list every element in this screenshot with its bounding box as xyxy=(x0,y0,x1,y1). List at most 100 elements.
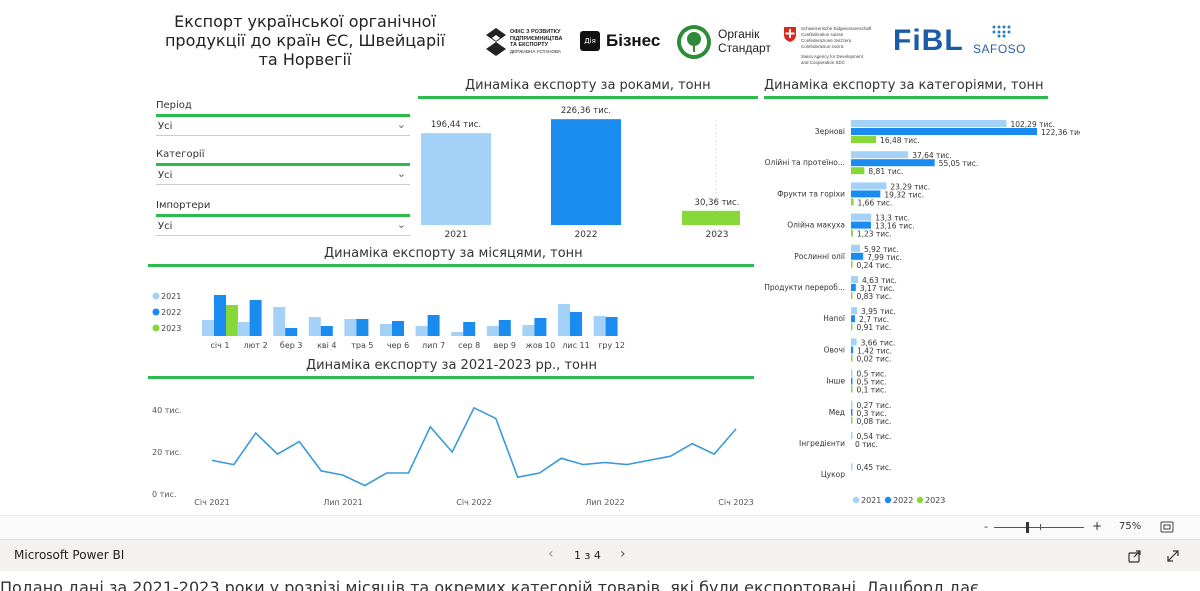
month-bar xyxy=(427,315,440,336)
category-bar xyxy=(851,307,858,315)
month-axis-label: сер 8 xyxy=(458,341,480,350)
category-bar xyxy=(851,432,853,439)
year-chart-accent-line xyxy=(418,96,758,99)
power-bi-report: Експорт української органічної продукції… xyxy=(0,0,1200,591)
category-bar xyxy=(851,128,1037,135)
month-bar xyxy=(534,318,547,336)
office-logo: ОФІС З РОЗВИТКУ ПІДПРИЄМНИЦТВА ТА ЕКСПОР… xyxy=(486,26,576,60)
category-bar-label: 0,91 тис. xyxy=(857,323,892,332)
month-bar xyxy=(558,304,570,336)
report-title: Експорт української органічної продукції… xyxy=(164,12,446,69)
month-bar xyxy=(202,320,214,336)
zoom-percent: 75% xyxy=(1119,521,1142,532)
period-dropdown[interactable]: Усі ⌄ xyxy=(156,117,410,136)
category-bar xyxy=(851,120,1007,127)
legend-dot xyxy=(852,496,860,504)
month-chart-accent-line xyxy=(148,264,754,267)
x-tick-label: Січ 2022 xyxy=(456,498,491,507)
category-label: Рослинні олії xyxy=(794,252,846,261)
year-chart-title: Динаміка експорту за роками, тонн xyxy=(465,78,711,93)
y-tick-label: 40 тис. xyxy=(152,406,182,415)
zoom-slider-track[interactable] xyxy=(994,527,1084,528)
category-bar xyxy=(851,354,853,362)
category-bar-label: 0,24 тис. xyxy=(857,261,892,270)
fibl-logo: FiBL xyxy=(893,24,964,57)
month-bar xyxy=(273,307,286,336)
year-bar xyxy=(421,133,491,225)
category-bar xyxy=(851,182,887,190)
month-bar xyxy=(522,325,535,336)
month-bar xyxy=(380,324,392,336)
legend-dot xyxy=(916,496,924,504)
category-bar-label: 122,36 тис. xyxy=(1041,128,1080,137)
category-bar xyxy=(851,400,853,408)
category-bar-chart[interactable]: Зернові102,29 тис.122,36 тис.16,48 тис.О… xyxy=(760,100,1080,512)
period-chart-title: Динаміка експорту за 2021-2023 рр., тонн xyxy=(306,358,597,373)
category-bar-label: 0 тис. xyxy=(855,440,878,449)
category-bar xyxy=(851,323,853,331)
legend-dot xyxy=(152,308,160,316)
month-bar xyxy=(605,317,618,336)
chevron-down-icon: ⌄ xyxy=(396,218,406,231)
diia-logo: Дія xyxy=(580,31,600,51)
legend-label: 2023 xyxy=(161,324,181,333)
category-bar xyxy=(851,284,856,291)
month-bar xyxy=(486,326,499,336)
next-page-button[interactable]: › xyxy=(620,546,626,562)
category-label: Цукор xyxy=(821,470,845,479)
month-bar xyxy=(463,322,476,336)
category-bar xyxy=(851,221,872,229)
category-bar-label: 16,48 тис. xyxy=(880,136,920,145)
zoom-out-button[interactable]: - xyxy=(984,520,988,533)
category-label: Олійна макуха xyxy=(787,221,845,230)
x-tick-label: Січ 2023 xyxy=(718,498,753,507)
x-tick-label: Січ 2021 xyxy=(194,498,229,507)
category-label: Зернові xyxy=(815,127,845,136)
month-axis-label: бер 3 xyxy=(280,341,303,350)
safoso-logo: SAFOSO xyxy=(973,24,1033,60)
zoom-slider-thumb[interactable] xyxy=(1026,522,1029,533)
category-bar-label: 0,45 тис. xyxy=(857,463,892,472)
month-bar-chart[interactable]: 2021 2022 2023 січ 1 лют 2 бер 3 кві 4 тра 5 чер… xyxy=(148,270,754,355)
prev-page-button[interactable]: ‹ xyxy=(548,546,554,562)
category-bar xyxy=(851,315,856,323)
category-bar xyxy=(851,377,853,385)
category-bar xyxy=(851,244,860,252)
category-dropdown[interactable]: Усі ⌄ xyxy=(156,166,410,185)
category-bar-label: 0,02 тис. xyxy=(857,354,892,363)
month-axis-label: жов 10 xyxy=(526,341,556,350)
category-label: Фрукти та горіхи xyxy=(777,189,845,198)
category-bar xyxy=(851,136,877,143)
category-bar-label: 55,05 тис. xyxy=(939,159,979,168)
month-bar xyxy=(308,317,321,336)
legend-label: 2021 xyxy=(161,292,181,301)
period-line-chart[interactable]: 40 тис. 20 тис. 0 тис. Січ 2021 Лип 2021 Січ … xyxy=(148,382,754,510)
month-bar xyxy=(570,312,582,336)
year-bar-label: 226,36 тис. xyxy=(561,106,611,116)
business-logo: Бізнес xyxy=(606,31,661,50)
month-chart-title: Динаміка експорту за місяцями, тонн xyxy=(324,246,583,261)
category-label: Інше xyxy=(826,377,845,386)
month-axis-label: чер 6 xyxy=(387,341,409,350)
category-label: Продукти перероб... xyxy=(764,283,845,292)
month-bar xyxy=(451,332,464,336)
month-axis-label: лип 7 xyxy=(422,341,445,350)
category-bar-label: 0,08 тис. xyxy=(857,417,892,426)
year-bar-chart[interactable]: 196,44 тис. 2021 226,36 тис. 2022 30,36 тис.… xyxy=(410,100,740,245)
category-bar xyxy=(851,198,854,206)
legend-label: 2021 xyxy=(861,496,881,505)
month-bar xyxy=(285,328,298,336)
category-bar xyxy=(851,346,854,354)
fit-to-page-icon[interactable] xyxy=(1160,521,1174,534)
category-bar xyxy=(851,369,853,377)
powerbi-brand-link[interactable]: Microsoft Power BI xyxy=(14,548,124,562)
legend-label: 2022 xyxy=(893,496,913,505)
month-bar xyxy=(214,295,226,336)
fullscreen-icon[interactable] xyxy=(1166,549,1180,563)
month-axis-label: гру 12 xyxy=(598,341,625,350)
share-icon[interactable] xyxy=(1128,549,1142,563)
category-bar xyxy=(851,167,865,175)
importers-dropdown[interactable]: Усі ⌄ xyxy=(156,217,410,236)
zoom-in-button[interactable]: + xyxy=(1092,519,1102,533)
category-bar-label: 0,83 тис. xyxy=(857,292,892,301)
